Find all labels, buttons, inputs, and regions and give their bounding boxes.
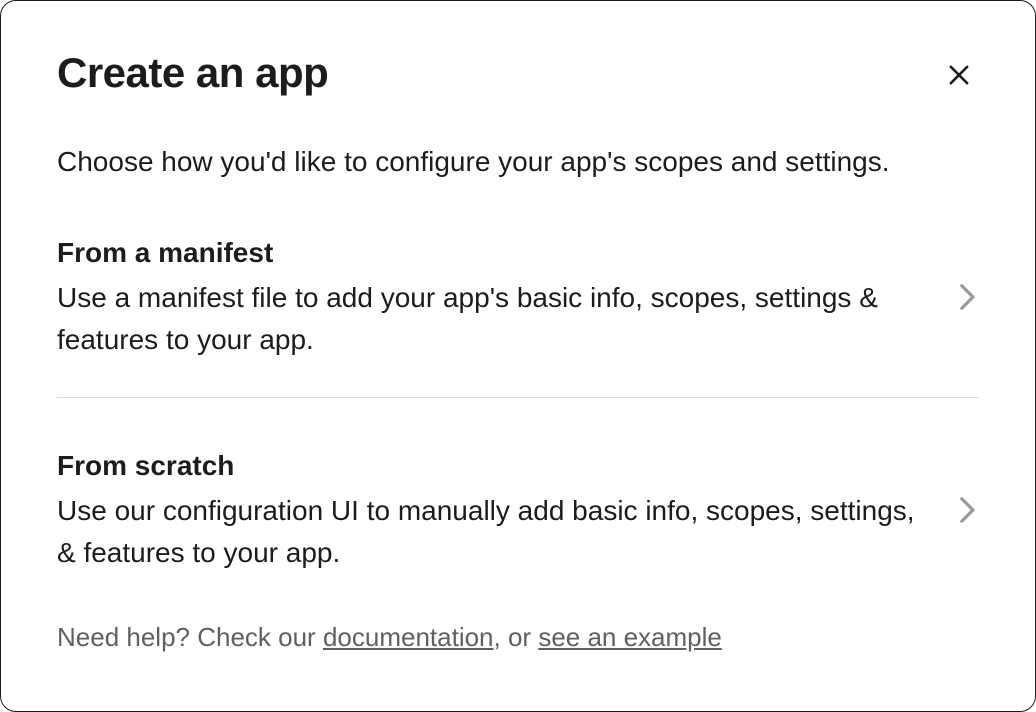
see-example-link[interactable]: see an example [538, 622, 722, 652]
option-title: From a manifest [57, 237, 917, 269]
create-app-modal: Create an app Choose how you'd like to c… [0, 0, 1036, 712]
option-content: From scratch Use our configuration UI to… [57, 450, 957, 574]
chevron-right-icon [957, 282, 979, 317]
option-from-scratch[interactable]: From scratch Use our configuration UI to… [57, 450, 979, 574]
option-description: Use a manifest file to add your app's ba… [57, 277, 917, 361]
documentation-link[interactable]: documentation [323, 622, 494, 652]
close-button[interactable] [939, 55, 979, 98]
option-divider [57, 397, 979, 398]
modal-title: Create an app [57, 49, 328, 97]
help-middle: , or [494, 622, 539, 652]
option-from-manifest[interactable]: From a manifest Use a manifest file to a… [57, 237, 979, 361]
option-content: From a manifest Use a manifest file to a… [57, 237, 957, 361]
option-title: From scratch [57, 450, 917, 482]
option-description: Use our configuration UI to manually add… [57, 490, 917, 574]
close-icon [945, 61, 973, 92]
help-text: Need help? Check our documentation, or s… [57, 622, 979, 653]
chevron-right-icon [957, 495, 979, 530]
help-prefix: Need help? Check our [57, 622, 323, 652]
modal-header: Create an app [57, 49, 979, 98]
modal-subtitle: Choose how you'd like to configure your … [57, 142, 979, 181]
